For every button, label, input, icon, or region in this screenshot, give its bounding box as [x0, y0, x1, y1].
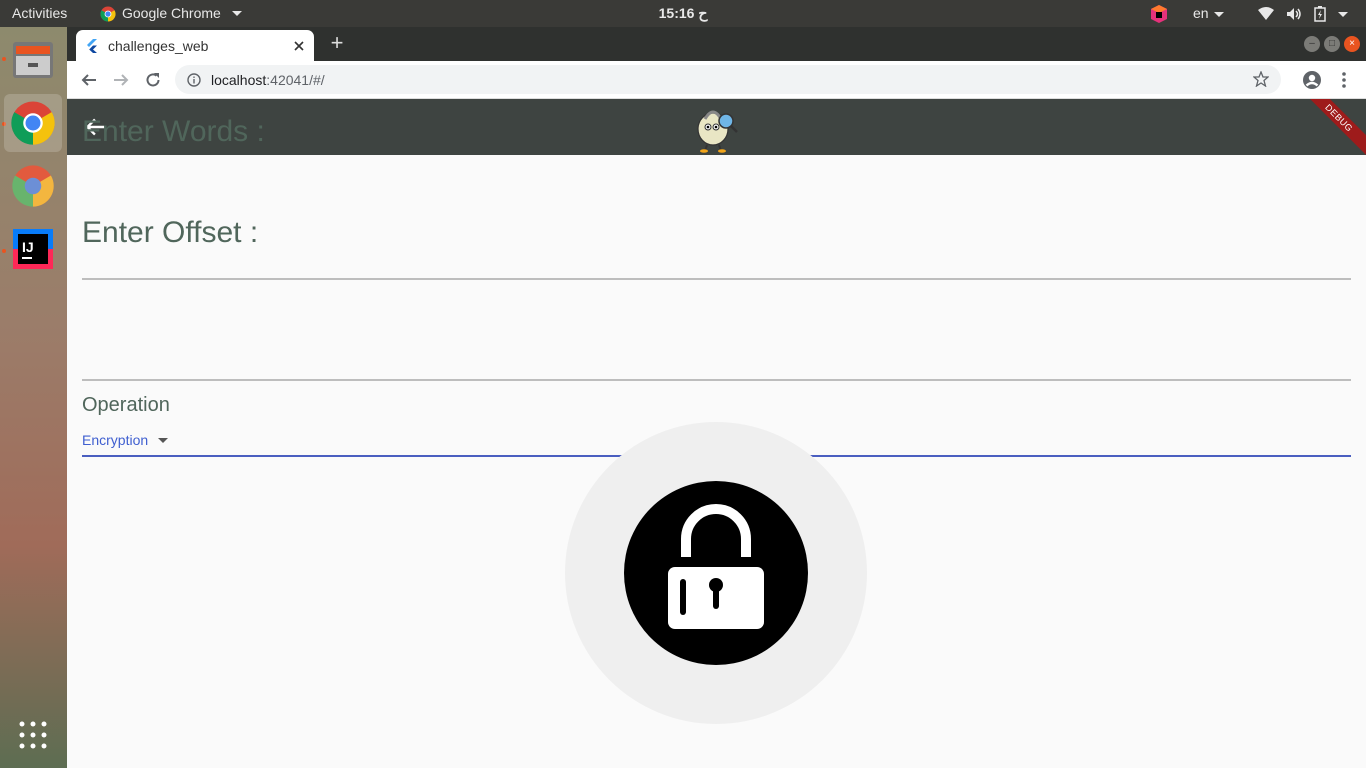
activities-button[interactable]: Activities	[12, 0, 67, 27]
dropdown-arrow-icon	[158, 437, 169, 443]
maximize-icon[interactable]: □	[1324, 36, 1340, 52]
offset-underline	[82, 379, 1351, 381]
url-path: :42041/#/	[266, 71, 325, 88]
status-menu[interactable]	[1258, 6, 1348, 22]
offset-label: Enter Offset :	[82, 216, 259, 249]
offset-input[interactable]	[82, 341, 1351, 377]
jetbrains-toolbox-icon[interactable]	[1149, 4, 1169, 24]
app-menu[interactable]: Google Chrome	[100, 0, 242, 27]
tab-challenges-web[interactable]: challenges_web	[76, 30, 314, 61]
minimize-icon[interactable]: –	[1304, 36, 1320, 52]
chevron-down-icon	[1338, 11, 1348, 17]
operation-selected-value: Encryption	[82, 432, 149, 448]
menu-kebab-icon[interactable]	[1331, 67, 1357, 93]
operation-label: Operation	[82, 394, 170, 416]
language-indicator[interactable]: en	[1193, 0, 1224, 27]
app-page: DEBUG Enter Words : Enter Offset : Opera…	[67, 99, 1366, 768]
lock-mascot-logo-icon	[697, 110, 738, 153]
unlock-icon	[668, 504, 764, 629]
chrome-icon[interactable]	[4, 94, 62, 152]
tab-strip: challenges_web + – □ ×	[67, 27, 1366, 61]
svg-text:IJ: IJ	[22, 239, 34, 255]
back-icon[interactable]	[76, 67, 102, 93]
browser-window: challenges_web + – □ × localhost:42041/#…	[67, 27, 1366, 768]
tab-title: challenges_web	[108, 37, 209, 54]
files-icon[interactable]	[4, 31, 62, 89]
close-window-icon[interactable]: ×	[1344, 36, 1360, 52]
flutter-icon	[87, 38, 97, 53]
apps-grid-icon[interactable]	[4, 706, 62, 764]
chevron-down-icon	[1213, 11, 1224, 17]
lock-button[interactable]	[624, 481, 808, 665]
bookmark-star-icon[interactable]	[1253, 71, 1269, 87]
language-label: en	[1193, 5, 1209, 21]
forward-icon[interactable]	[108, 67, 134, 93]
words-underline	[82, 278, 1351, 280]
operation-dropdown[interactable]: Encryption	[82, 432, 169, 448]
battery-icon	[1314, 6, 1326, 22]
profile-icon[interactable]	[1299, 67, 1325, 93]
reload-icon[interactable]	[140, 67, 166, 93]
chevron-down-icon	[231, 11, 242, 16]
intellij-icon[interactable]: IJ	[4, 220, 62, 278]
new-tab-button[interactable]: +	[325, 32, 349, 56]
words-label: Enter Words :	[82, 115, 265, 148]
wifi-icon	[1258, 7, 1274, 20]
window-controls: – □ ×	[1304, 36, 1360, 52]
url-host: localhost	[211, 71, 267, 88]
address-bar[interactable]: localhost:42041/#/	[175, 65, 1281, 94]
close-icon[interactable]	[294, 40, 304, 51]
browser-toolbar: localhost:42041/#/	[67, 61, 1366, 99]
info-icon	[187, 72, 201, 87]
debug-banner: DEBUG	[1295, 99, 1366, 162]
chromium-icon[interactable]	[4, 157, 62, 215]
system-top-bar: Activities Google Chrome 15:16 ح en	[0, 0, 1366, 27]
volume-icon	[1287, 8, 1301, 20]
app-menu-label: Google Chrome	[122, 5, 221, 21]
words-input[interactable]	[82, 239, 1351, 275]
chrome-small-icon	[100, 6, 116, 22]
dock: IJ	[0, 27, 67, 768]
